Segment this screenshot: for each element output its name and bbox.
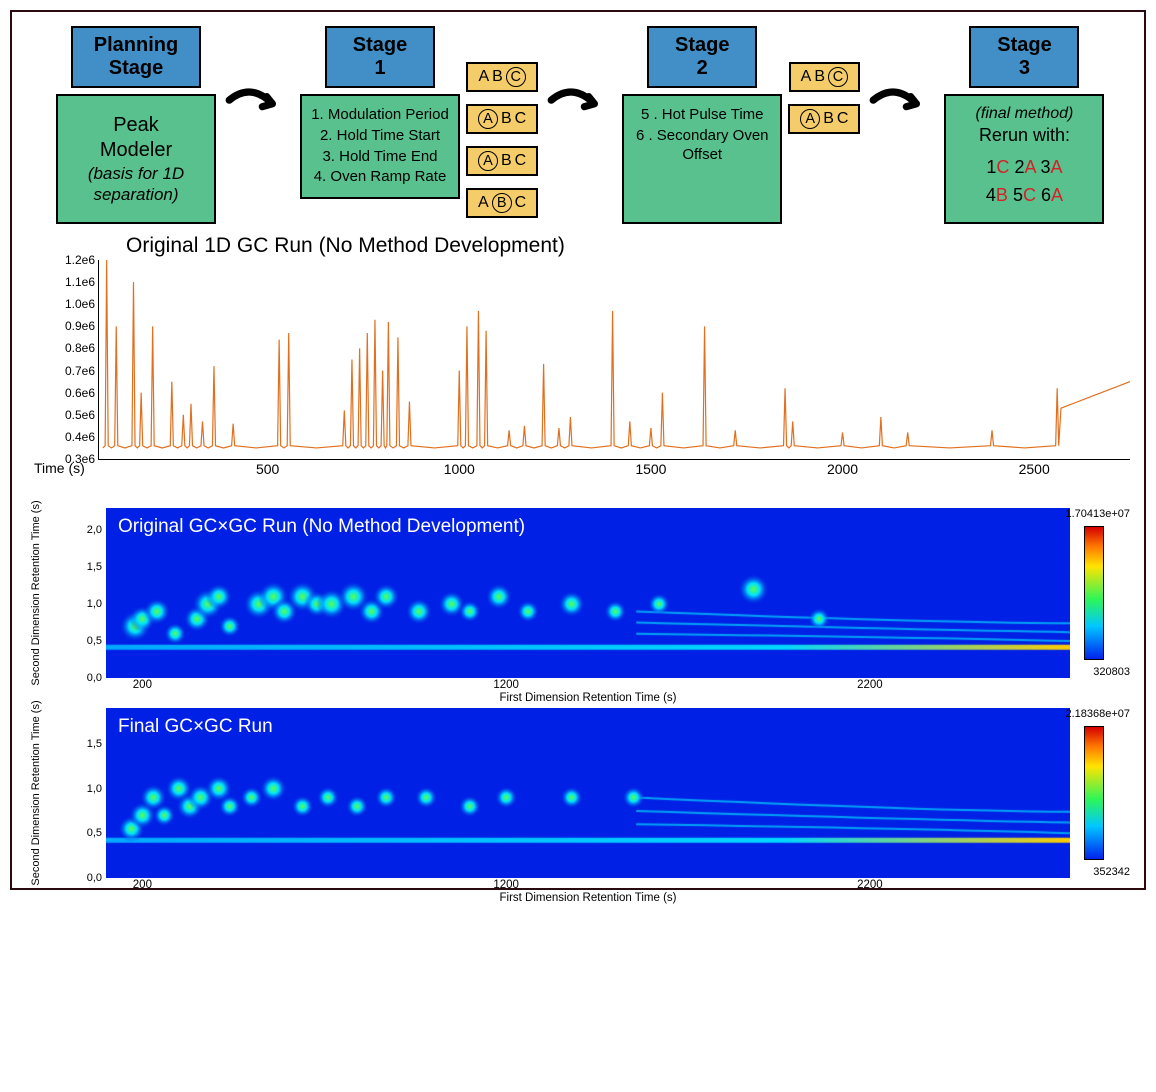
- stage1-item: 2. Hold Time Start: [310, 127, 450, 146]
- x-tick: 1200: [493, 678, 519, 691]
- stage1-box: 1. Modulation Period 2. Hold Time Start 3.…: [300, 94, 460, 199]
- x-tick: 2500: [1019, 459, 1050, 477]
- y-tick: 1,0: [87, 783, 102, 795]
- y-tick: 1,5: [87, 561, 102, 573]
- y-tick: 1.0e6: [65, 297, 99, 311]
- choice-pill: ABC: [466, 146, 538, 176]
- final-selection: 2A: [1014, 157, 1040, 177]
- y-tick: 0,0: [87, 872, 102, 884]
- choice-pill: ABC: [466, 188, 538, 218]
- y-tick: 0.5e6: [65, 408, 99, 422]
- planning-box: PeakModeler (basis for 1Dseparation): [56, 94, 216, 224]
- x-tick: 2200: [857, 878, 883, 891]
- y-tick: 1,0: [87, 598, 102, 610]
- y-tick: 0,5: [87, 635, 102, 647]
- choice-pill: ABC: [788, 104, 860, 134]
- x-tick: 1500: [635, 459, 666, 477]
- figure-frame: PlanningStage PeakModeler (basis for 1Ds…: [10, 10, 1146, 890]
- y-tick: 0.6e6: [65, 386, 99, 400]
- stage1-item: 4. Oven Ramp Rate: [310, 168, 450, 187]
- stage2-box: 5 . Hot Pulse Time 6 . Secondary Oven Off…: [622, 94, 782, 224]
- x-tick: 1200: [493, 878, 519, 891]
- y-tick: 1.1e6: [65, 275, 99, 289]
- final-selection: 1C: [986, 157, 1014, 177]
- heatmap-original: Second Dimension Retention Time (s) 0,00…: [26, 508, 1130, 678]
- x-tick: 200: [133, 678, 152, 691]
- stage2-item: 6 . Secondary Oven Offset: [632, 127, 772, 165]
- heatmap1-colorbar: 1.70413e+07 320803: [1076, 508, 1130, 678]
- heatmap1-title: Original GC×GC Run (No Method Developmen…: [118, 516, 525, 538]
- x-tick: 1000: [444, 459, 475, 477]
- y-tick: 1,5: [87, 738, 102, 750]
- colorbar-min: 320803: [1093, 666, 1130, 678]
- stage1-header: Stage1: [325, 26, 435, 88]
- arrow-icon: [866, 26, 938, 196]
- stage3-box: (final method) Rerun with: 1C 2A 3A 4B 5…: [944, 94, 1104, 224]
- heatmap2-title: Final GC×GC Run: [118, 716, 273, 738]
- planning-note: (basis for 1Dseparation): [66, 163, 206, 206]
- y-tick: 2,0: [87, 524, 102, 536]
- planning-body: PeakModeler: [66, 113, 206, 163]
- y-tick: 0.3e6: [65, 452, 99, 466]
- final-selection: 5C: [1013, 185, 1041, 205]
- stage1-item: 3. Hold Time End: [310, 148, 450, 167]
- x-tick: 2000: [827, 459, 858, 477]
- colorbar-max: 1.70413e+07: [1065, 508, 1130, 520]
- heatmap1-ylabel: Second Dimension Retention Time (s): [30, 500, 42, 685]
- colorbar-max: 2.18368e+07: [1065, 708, 1130, 720]
- y-tick: 0,0: [87, 672, 102, 684]
- y-tick: 0.9e6: [65, 319, 99, 333]
- stage3-note: (final method): [954, 104, 1094, 124]
- heatmap2-ylabel: Second Dimension Retention Time (s): [30, 700, 42, 885]
- final-selection: 4B: [986, 185, 1013, 205]
- heatmap2-colorbar: 2.18368e+07 352342: [1076, 708, 1130, 878]
- arrow-icon: [544, 26, 616, 196]
- stage2-item: 5 . Hot Pulse Time: [632, 106, 772, 125]
- heatmap-final: Second Dimension Retention Time (s) 0,00…: [26, 708, 1130, 878]
- y-tick: 0.4e6: [65, 430, 99, 444]
- heatmap1-xlabel: First Dimension Retention Time (s): [499, 678, 676, 704]
- x-tick: 2200: [857, 678, 883, 691]
- choice-pill: ABC: [789, 62, 860, 92]
- y-tick: 1.2e6: [65, 253, 99, 267]
- heatmap2-xlabel: First Dimension Retention Time (s): [499, 878, 676, 904]
- y-tick: 0,5: [87, 827, 102, 839]
- stage1-item: 1. Modulation Period: [310, 106, 450, 125]
- stage1-choices: ABC ABC ABC ABC: [466, 62, 538, 218]
- stage2-header: Stage2: [647, 26, 757, 88]
- stage3-header: Stage3: [969, 26, 1079, 88]
- final-selection: 6A: [1041, 185, 1063, 205]
- x-tick: 500: [256, 459, 279, 477]
- choice-pill: ABC: [466, 62, 537, 92]
- colorbar-min: 352342: [1093, 866, 1130, 878]
- y-tick: 0.7e6: [65, 364, 99, 378]
- flowchart: PlanningStage PeakModeler (basis for 1Ds…: [26, 26, 1130, 234]
- final-selection: 3A: [1040, 157, 1062, 177]
- choice-pill: ABC: [466, 104, 538, 134]
- stage2-choices: ABC ABC: [788, 62, 860, 134]
- arrow-icon: [222, 26, 294, 196]
- chromatogram-1d: Original 1D GC Run (No Method Developmen…: [26, 234, 1130, 478]
- y-tick: 0.8e6: [65, 341, 99, 355]
- x-tick: 200: [133, 878, 152, 891]
- stage3-rerun-label: Rerun with:: [954, 124, 1094, 147]
- planning-header: PlanningStage: [71, 26, 201, 88]
- chromatogram-1d-title: Original 1D GC Run (No Method Developmen…: [126, 234, 1130, 258]
